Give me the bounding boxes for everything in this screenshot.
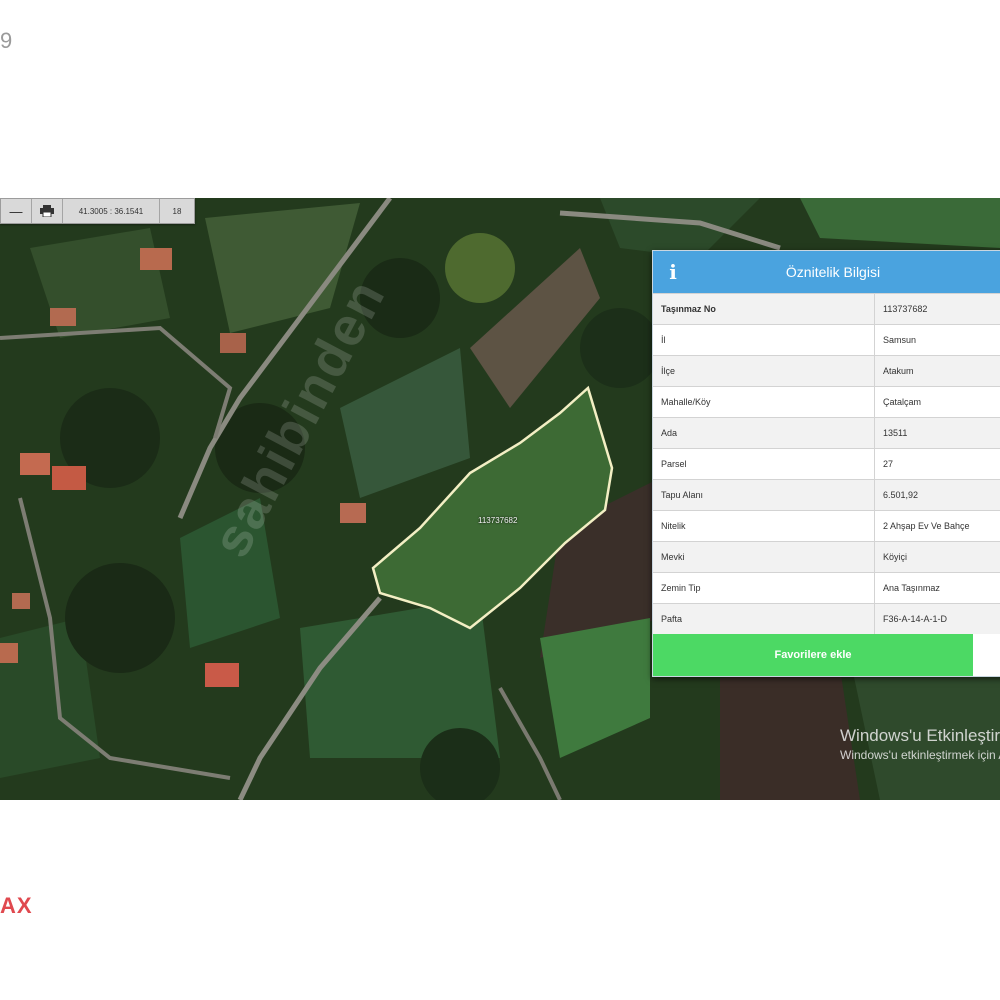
row-value: Atakum	[874, 355, 1000, 387]
row-value: 113737682	[874, 293, 1000, 325]
print-button[interactable]	[32, 199, 63, 223]
row-value: Köyiçi	[874, 541, 1000, 573]
row-key: Ada	[653, 417, 875, 449]
corner-text-top: 9	[0, 28, 13, 53]
table-row: Nitelik 2 Ahşap Ev Ve Bahçe	[653, 510, 1000, 542]
row-key: Mevki	[653, 541, 875, 573]
zoom-out-button[interactable]: —	[1, 199, 32, 223]
table-row: Parsel 27	[653, 448, 1000, 480]
activation-title: Windows'u Etkinleştir	[840, 726, 1000, 745]
corner-text-bottom: AX	[0, 893, 33, 918]
table-row: Pafta F36-A-14-A-1-D	[653, 603, 1000, 634]
satellite-map[interactable]: 113737682 sahibinden — 41.3005 : 36.1541…	[0, 198, 1000, 800]
row-key: Parsel	[653, 448, 875, 480]
row-key: Mahalle/Köy	[653, 386, 875, 418]
map-toolbar: — 41.3005 : 36.1541 18	[0, 198, 195, 224]
attribute-table: Taşınmaz No 113737682 İl Samsun İlçe Ata…	[653, 293, 1000, 634]
table-row: Tapu Alanı 6.501,92	[653, 479, 1000, 511]
minus-icon: —	[9, 203, 23, 219]
row-key: İlçe	[653, 355, 875, 387]
panel-title: Öznitelik Bilgisi	[785, 264, 881, 280]
row-value: 27	[874, 448, 1000, 480]
table-row: Taşınmaz No 113737682	[653, 293, 1000, 325]
attribute-info-panel: i Öznitelik Bilgisi Taşınmaz No 11373768…	[652, 250, 1000, 677]
row-value: Samsun	[874, 324, 1000, 356]
row-value: 6.501,92	[874, 479, 1000, 511]
add-to-favorites-button[interactable]: Favorilere ekle	[653, 634, 973, 676]
parcel-label: 113737682	[478, 516, 518, 525]
row-key: Tapu Alanı	[653, 479, 875, 511]
row-key: İl	[653, 324, 875, 356]
activation-subtitle: Windows'u etkinleştirmek için Ayarlar'a …	[840, 748, 1000, 762]
coordinate-readout: 41.3005 : 36.1541	[63, 199, 160, 223]
print-icon	[40, 205, 54, 217]
row-key: Pafta	[653, 603, 875, 634]
table-row: Mahalle/Köy Çatalçam	[653, 386, 1000, 418]
panel-header: i Öznitelik Bilgisi	[653, 251, 1000, 293]
row-key: Taşınmaz No	[653, 293, 875, 325]
table-row: Ada 13511	[653, 417, 1000, 449]
row-value: Çatalçam	[874, 386, 1000, 418]
row-key: Zemin Tip	[653, 572, 875, 604]
row-value: F36-A-14-A-1-D	[874, 603, 1000, 634]
row-value: Ana Taşınmaz	[874, 572, 1000, 604]
windows-activation-watermark: Windows'u Etkinleştir Windows'u etkinleş…	[840, 726, 1000, 762]
row-value: 2 Ahşap Ev Ve Bahçe	[874, 510, 1000, 542]
zoom-level: 18	[172, 206, 182, 216]
table-row: İl Samsun	[653, 324, 1000, 356]
row-value: 13511	[874, 417, 1000, 449]
table-row: İlçe Atakum	[653, 355, 1000, 387]
info-icon: i	[669, 260, 677, 284]
table-row: Zemin Tip Ana Taşınmaz	[653, 572, 1000, 604]
row-key: Nitelik	[653, 510, 875, 542]
table-row: Mevki Köyiçi	[653, 541, 1000, 573]
